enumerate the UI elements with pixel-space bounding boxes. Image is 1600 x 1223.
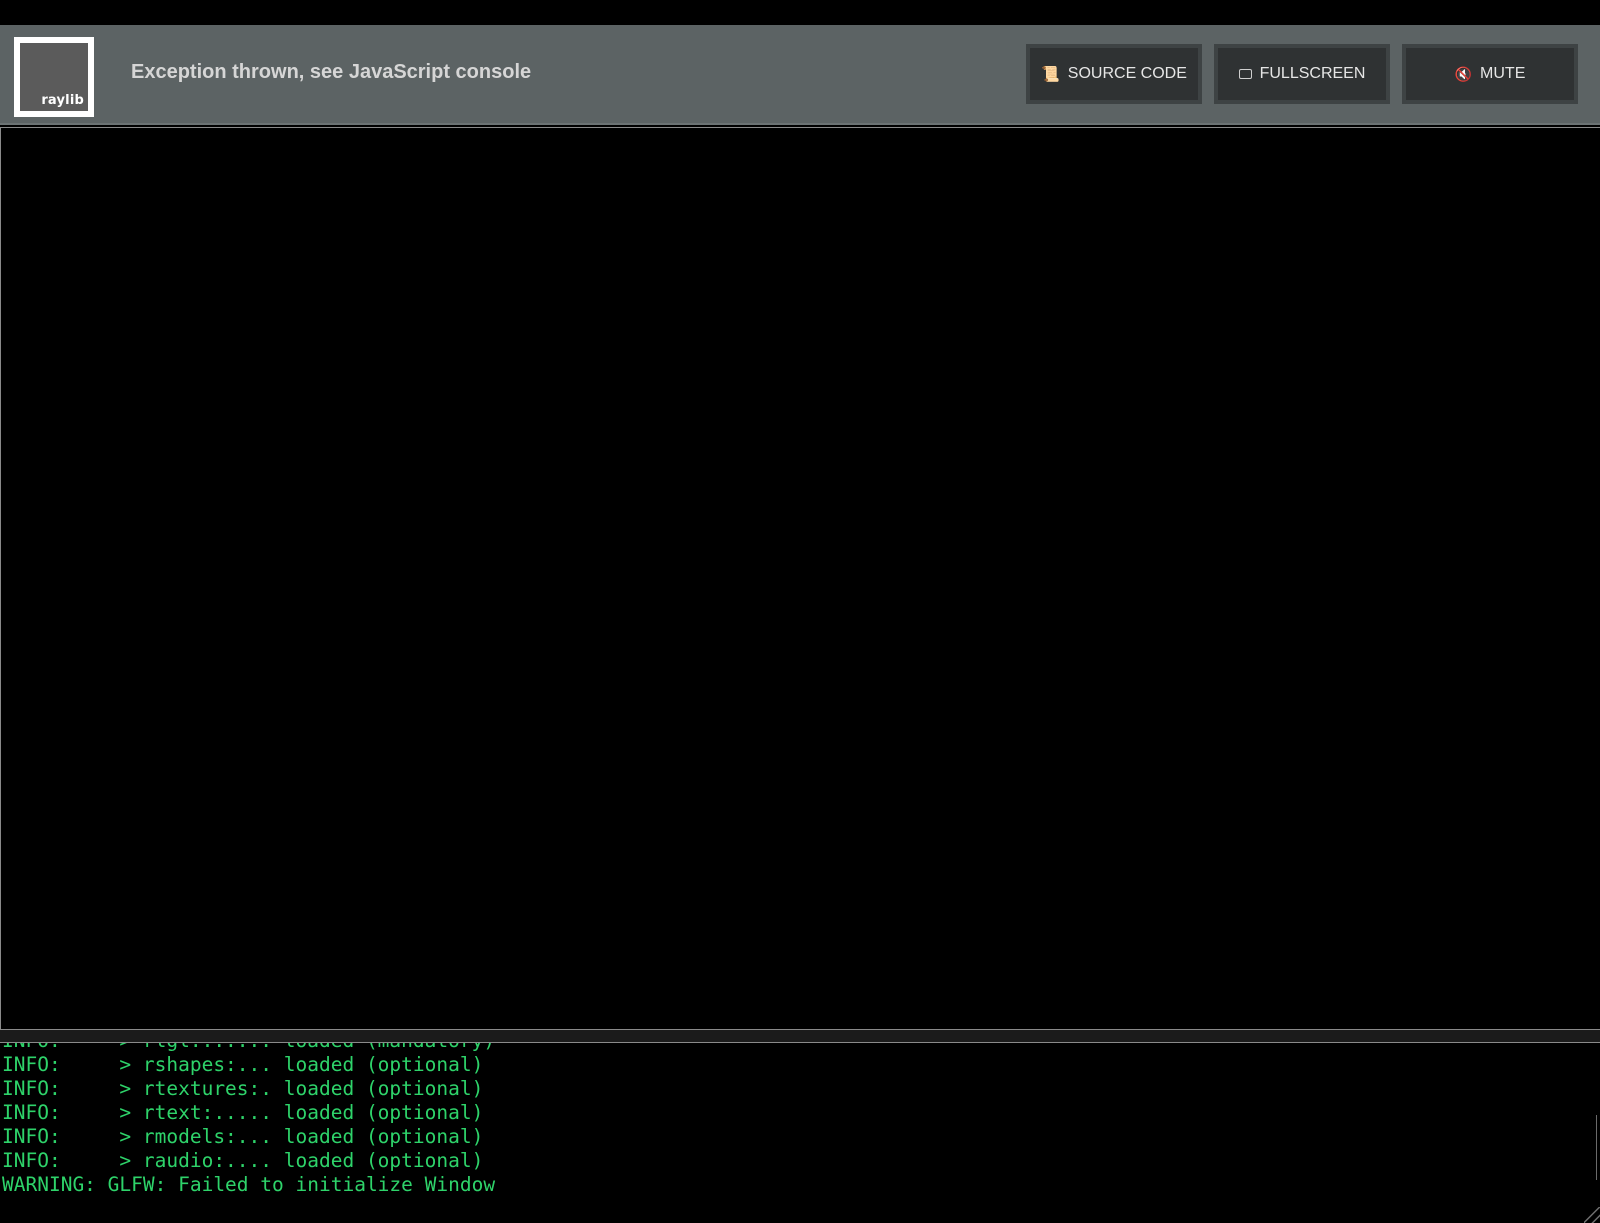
fullscreen-button[interactable]: FULLSCREEN (1214, 44, 1390, 104)
mute-button-face[interactable]: 🔇 MUTE (1406, 48, 1574, 100)
logo-inner: raylib (20, 43, 88, 111)
mute-button[interactable]: 🔇 MUTE (1402, 44, 1578, 104)
source-code-label: SOURCE CODE (1067, 65, 1187, 82)
fullscreen-icon (1238, 69, 1252, 79)
console-line: INFO: > rtext:..... loaded (optional) (2, 1101, 484, 1124)
source-code-button[interactable]: 📜 SOURCE CODE (1026, 44, 1202, 104)
console-line: INFO: > rmodels:... loaded (optional) (2, 1125, 484, 1148)
raylib-logo: raylib (14, 37, 94, 117)
fullscreen-label: FULLSCREEN (1259, 65, 1366, 82)
console-line: INFO: > rshapes:... loaded (optional) (2, 1053, 484, 1076)
top-strip (0, 0, 1600, 25)
status-message: Exception thrown, see JavaScript console (131, 61, 532, 83)
source-code-button-face[interactable]: 📜 SOURCE CODE (1030, 48, 1198, 100)
console-scrollbar[interactable] (1596, 1115, 1597, 1180)
resize-grip-icon[interactable] (1584, 1207, 1600, 1223)
fullscreen-button-face[interactable]: FULLSCREEN (1218, 48, 1386, 100)
mute-icon: 🔇 (1454, 66, 1473, 82)
console-line: WARNING: GLFW: Failed to initialize Wind… (2, 1173, 496, 1196)
console-line: INFO: > rlgl:...... loaded (mandatory) (2, 1043, 495, 1053)
game-canvas[interactable] (0, 127, 1600, 1030)
scroll-icon: 📜 (1041, 65, 1060, 83)
console-line: INFO: > raudio:.... loaded (optional) (2, 1149, 484, 1172)
logo-text: raylib (41, 93, 84, 108)
header: raylib Exception thrown, see JavaScript … (0, 25, 1600, 125)
output-console[interactable]: INFO: > rlgl:...... loaded (mandatory) I… (0, 1043, 1600, 1223)
console-line: INFO: > rtextures:. loaded (optional) (2, 1077, 484, 1100)
mute-label: MUTE (1480, 65, 1526, 82)
canvas-console-divider (0, 1030, 1600, 1043)
